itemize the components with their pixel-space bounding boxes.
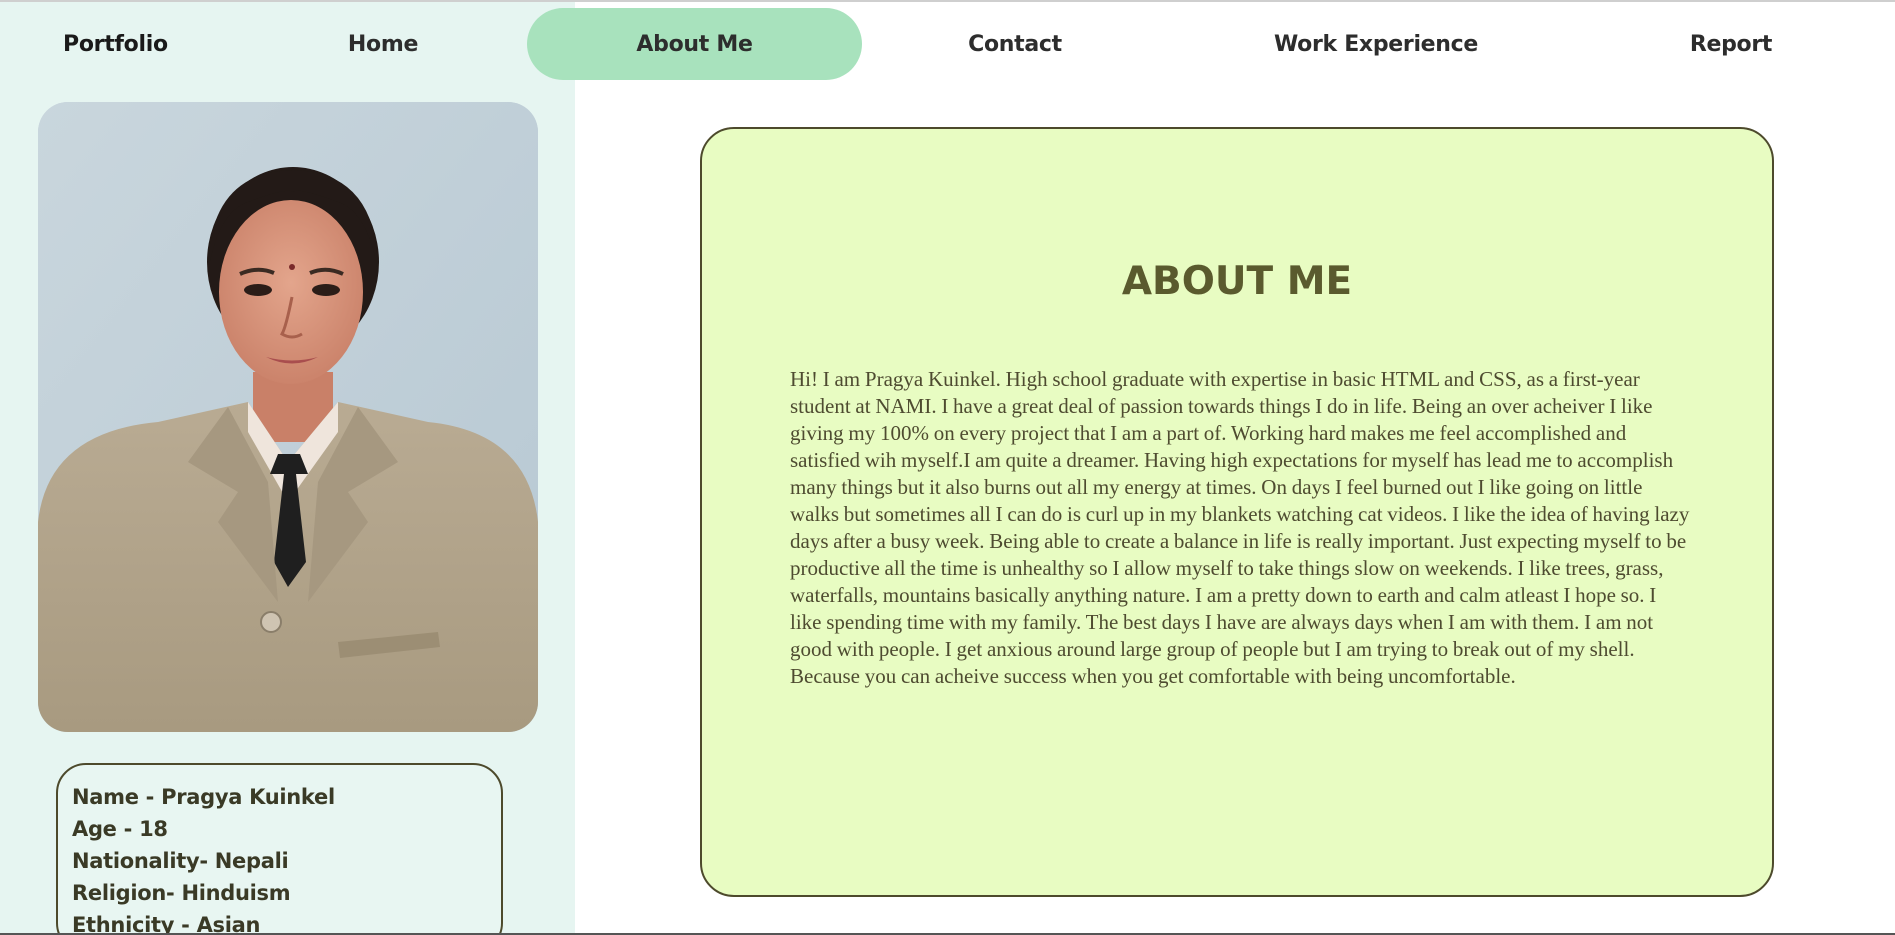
nav-contact[interactable]: Contact (930, 8, 1100, 80)
nav-home[interactable]: Home (300, 8, 466, 80)
info-nationality: Nationality- Nepali (72, 849, 289, 873)
about-title: ABOUT ME (1121, 259, 1353, 304)
brand-logo[interactable]: Portfolio (63, 32, 168, 57)
profile-photo (38, 102, 538, 732)
info-name: Name - Pragya Kuinkel (72, 785, 335, 809)
info-age: Age - 18 (72, 817, 168, 841)
nav-report[interactable]: Report (1660, 8, 1802, 80)
info-ethnicity: Ethnicity - Asian (72, 913, 261, 935)
about-paragraph: Hi! I am Pragya Kuinkel. High school gra… (790, 367, 1690, 688)
info-religion: Religion- Hinduism (72, 881, 291, 905)
nav-work-experience[interactable]: Work Experience (1245, 8, 1507, 80)
nav-about-me[interactable]: About Me (527, 8, 862, 80)
personal-info-card: Name - Pragya Kuinkel Age - 18 Nationali… (56, 763, 503, 935)
about-me-card: ABOUT ME Hi! I am Pragya Kuinkel. High s… (700, 127, 1774, 897)
portrait-illustration (38, 102, 538, 732)
